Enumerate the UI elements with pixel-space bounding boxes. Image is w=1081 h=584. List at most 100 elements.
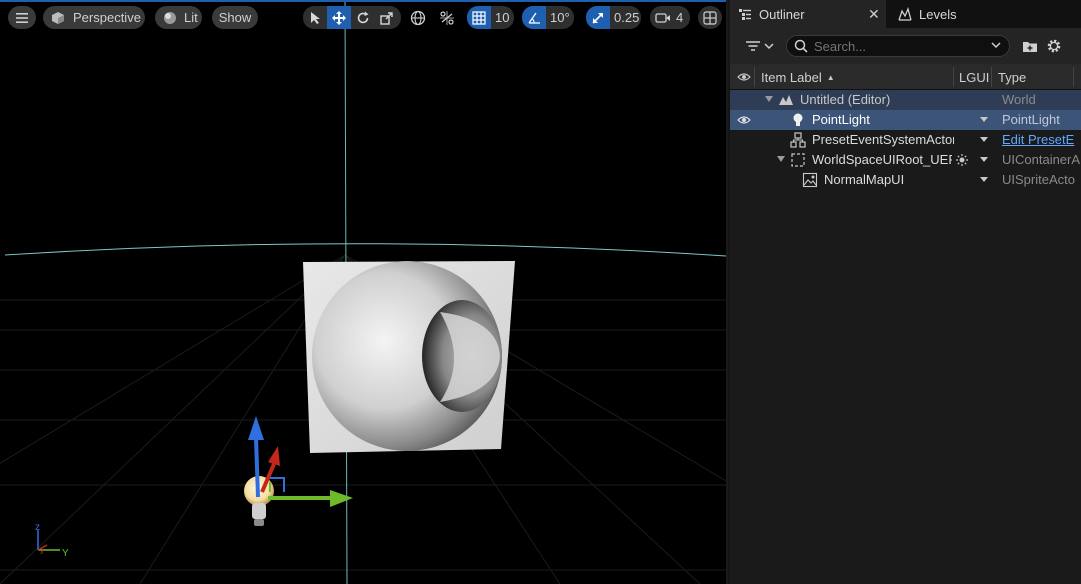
item-label-header-text: Item Label: [761, 69, 822, 85]
lit-sphere-icon: [163, 11, 177, 25]
lgui-column-header[interactable]: LGUI: [959, 64, 989, 90]
expand-arrow-icon[interactable]: [777, 156, 785, 162]
video-camera-icon: [655, 12, 671, 24]
ui-container-icon: [790, 152, 806, 168]
cursor-arrow-icon: [309, 11, 321, 25]
scale-tool-button[interactable]: [375, 6, 399, 29]
cube-icon: [51, 11, 65, 25]
row-dropdown-chevron-icon[interactable]: [980, 117, 988, 122]
world-icon: [778, 92, 794, 108]
ui-sprite-icon: [802, 172, 818, 188]
axis-indicator: z Y x: [35, 522, 69, 559]
translate-tool-button[interactable]: [327, 6, 351, 29]
edit-preset-link[interactable]: Edit PresetE: [1002, 132, 1081, 147]
tree-row-label: PointLight: [812, 112, 870, 127]
outliner-toolbar: [730, 28, 1081, 64]
scale-snap-value: 0.25: [614, 10, 640, 25]
visibility-column-header[interactable]: [737, 64, 751, 90]
rotation-snap-toggle[interactable]: [522, 6, 546, 29]
outliner-panel: Outliner ✕ Levels Search... Item Label ▲…: [730, 0, 1081, 584]
grid-icon: [472, 10, 486, 25]
camera-speed-control[interactable]: 4: [650, 6, 690, 29]
tree-row-pointlight[interactable]: PointLight PointLight: [730, 110, 1081, 130]
grid-snap-value: 10: [495, 10, 510, 25]
move-arrows-icon: [332, 10, 346, 25]
lit-label: Lit: [184, 10, 198, 25]
tree-row-label: WorldSpaceUIRoot_UERe: [812, 152, 952, 167]
close-icon[interactable]: ✕: [868, 6, 880, 23]
search-input[interactable]: [814, 38, 984, 54]
viewport-layout-button[interactable]: [698, 6, 722, 29]
search-icon: [794, 39, 808, 53]
column-divider[interactable]: [953, 67, 954, 87]
tab-outliner[interactable]: Outliner ✕: [730, 0, 886, 28]
tree-row-type: PointLight: [1002, 112, 1060, 127]
search-options-chevron-icon[interactable]: [991, 41, 1001, 49]
column-divider[interactable]: [1073, 67, 1074, 87]
filter-button[interactable]: [742, 38, 776, 54]
tab-levels-label: Levels: [919, 6, 957, 22]
show-button[interactable]: Show: [212, 6, 258, 29]
perspective-button[interactable]: Perspective: [43, 6, 145, 29]
transform-tools: [303, 6, 401, 29]
filter-icon: [745, 39, 761, 53]
visibility-eye-icon[interactable]: [736, 112, 752, 128]
gear-icon: [1046, 38, 1062, 54]
tree-row-world[interactable]: Untitled (Editor) World: [730, 90, 1081, 110]
grid-snap-toggle[interactable]: [467, 6, 491, 29]
rotate-tool-button[interactable]: [351, 6, 375, 29]
tree-row-normal-map-ui[interactable]: NormalMapUI UISpriteActo: [730, 170, 1081, 190]
chevron-down-icon: [763, 42, 774, 50]
level-viewport[interactable]: z Y x Perspective Lit Show 10 10° 0.25 4: [0, 0, 728, 584]
column-divider[interactable]: [991, 67, 992, 87]
svg-text:x: x: [40, 549, 44, 556]
row-dropdown-chevron-icon[interactable]: [980, 137, 988, 142]
lightbulb-icon: [790, 112, 806, 128]
rotation-snap-control[interactable]: 10°: [522, 6, 574, 29]
world-local-toggle[interactable]: [410, 10, 426, 26]
type-column-header[interactable]: Type: [998, 64, 1026, 90]
scale-snap-toggle[interactable]: [586, 6, 610, 29]
levels-icon: [898, 7, 912, 21]
show-label: Show: [218, 10, 252, 25]
camera-speed-value: 4: [676, 10, 684, 25]
angle-icon: [527, 11, 541, 25]
hamburger-icon: [15, 12, 29, 24]
type-header-text: Type: [998, 69, 1027, 85]
diagonal-arrow-icon: [591, 11, 605, 25]
lit-button[interactable]: Lit: [155, 6, 202, 29]
normal-map-ui-sprite: [303, 261, 515, 453]
surface-snap-icon: [439, 10, 455, 26]
svg-text:Y: Y: [62, 548, 69, 559]
search-box[interactable]: [786, 35, 1010, 57]
expand-arrow-icon[interactable]: [765, 96, 773, 102]
add-folder-icon: [1022, 39, 1038, 53]
tree-row-worldspace-ui-root[interactable]: WorldSpaceUIRoot_UERe UIContainerA: [730, 150, 1081, 170]
scale-snap-control[interactable]: 0.25: [586, 6, 641, 29]
grid-snap-control[interactable]: 10: [467, 6, 514, 29]
viewport-scene[interactable]: z Y x: [0, 0, 728, 584]
viewport-menu-button[interactable]: [8, 6, 36, 29]
item-label-column-header[interactable]: Item Label ▲: [761, 64, 835, 90]
horizon-line: [4, 243, 726, 257]
scale-icon: [380, 11, 394, 25]
tree-row-label: Untitled (Editor): [800, 92, 891, 107]
rotate-icon: [356, 11, 370, 25]
settings-button[interactable]: [1046, 38, 1062, 54]
select-tool-button[interactable]: [303, 6, 327, 29]
outliner-icon: [738, 7, 752, 21]
rotation-snap-value: 10°: [550, 10, 570, 25]
perspective-label: Perspective: [73, 10, 141, 25]
column-divider[interactable]: [754, 67, 755, 87]
viewport-toolbar: Perspective Lit Show 10 10° 0.25 4: [0, 0, 726, 36]
lgui-header-text: LGUI: [959, 69, 990, 85]
row-dropdown-chevron-icon[interactable]: [980, 177, 988, 182]
tree-row-type: World: [1002, 92, 1036, 107]
layout-grid-icon: [703, 10, 717, 25]
row-dropdown-chevron-icon[interactable]: [980, 157, 988, 162]
tab-levels[interactable]: Levels: [890, 0, 990, 28]
tab-outliner-label: Outliner: [759, 6, 805, 22]
tree-row-preset-event-system[interactable]: PresetEventSystemActor Edit PresetE: [730, 130, 1081, 150]
surface-snap-toggle[interactable]: [439, 10, 455, 26]
add-folder-button[interactable]: [1022, 38, 1038, 54]
